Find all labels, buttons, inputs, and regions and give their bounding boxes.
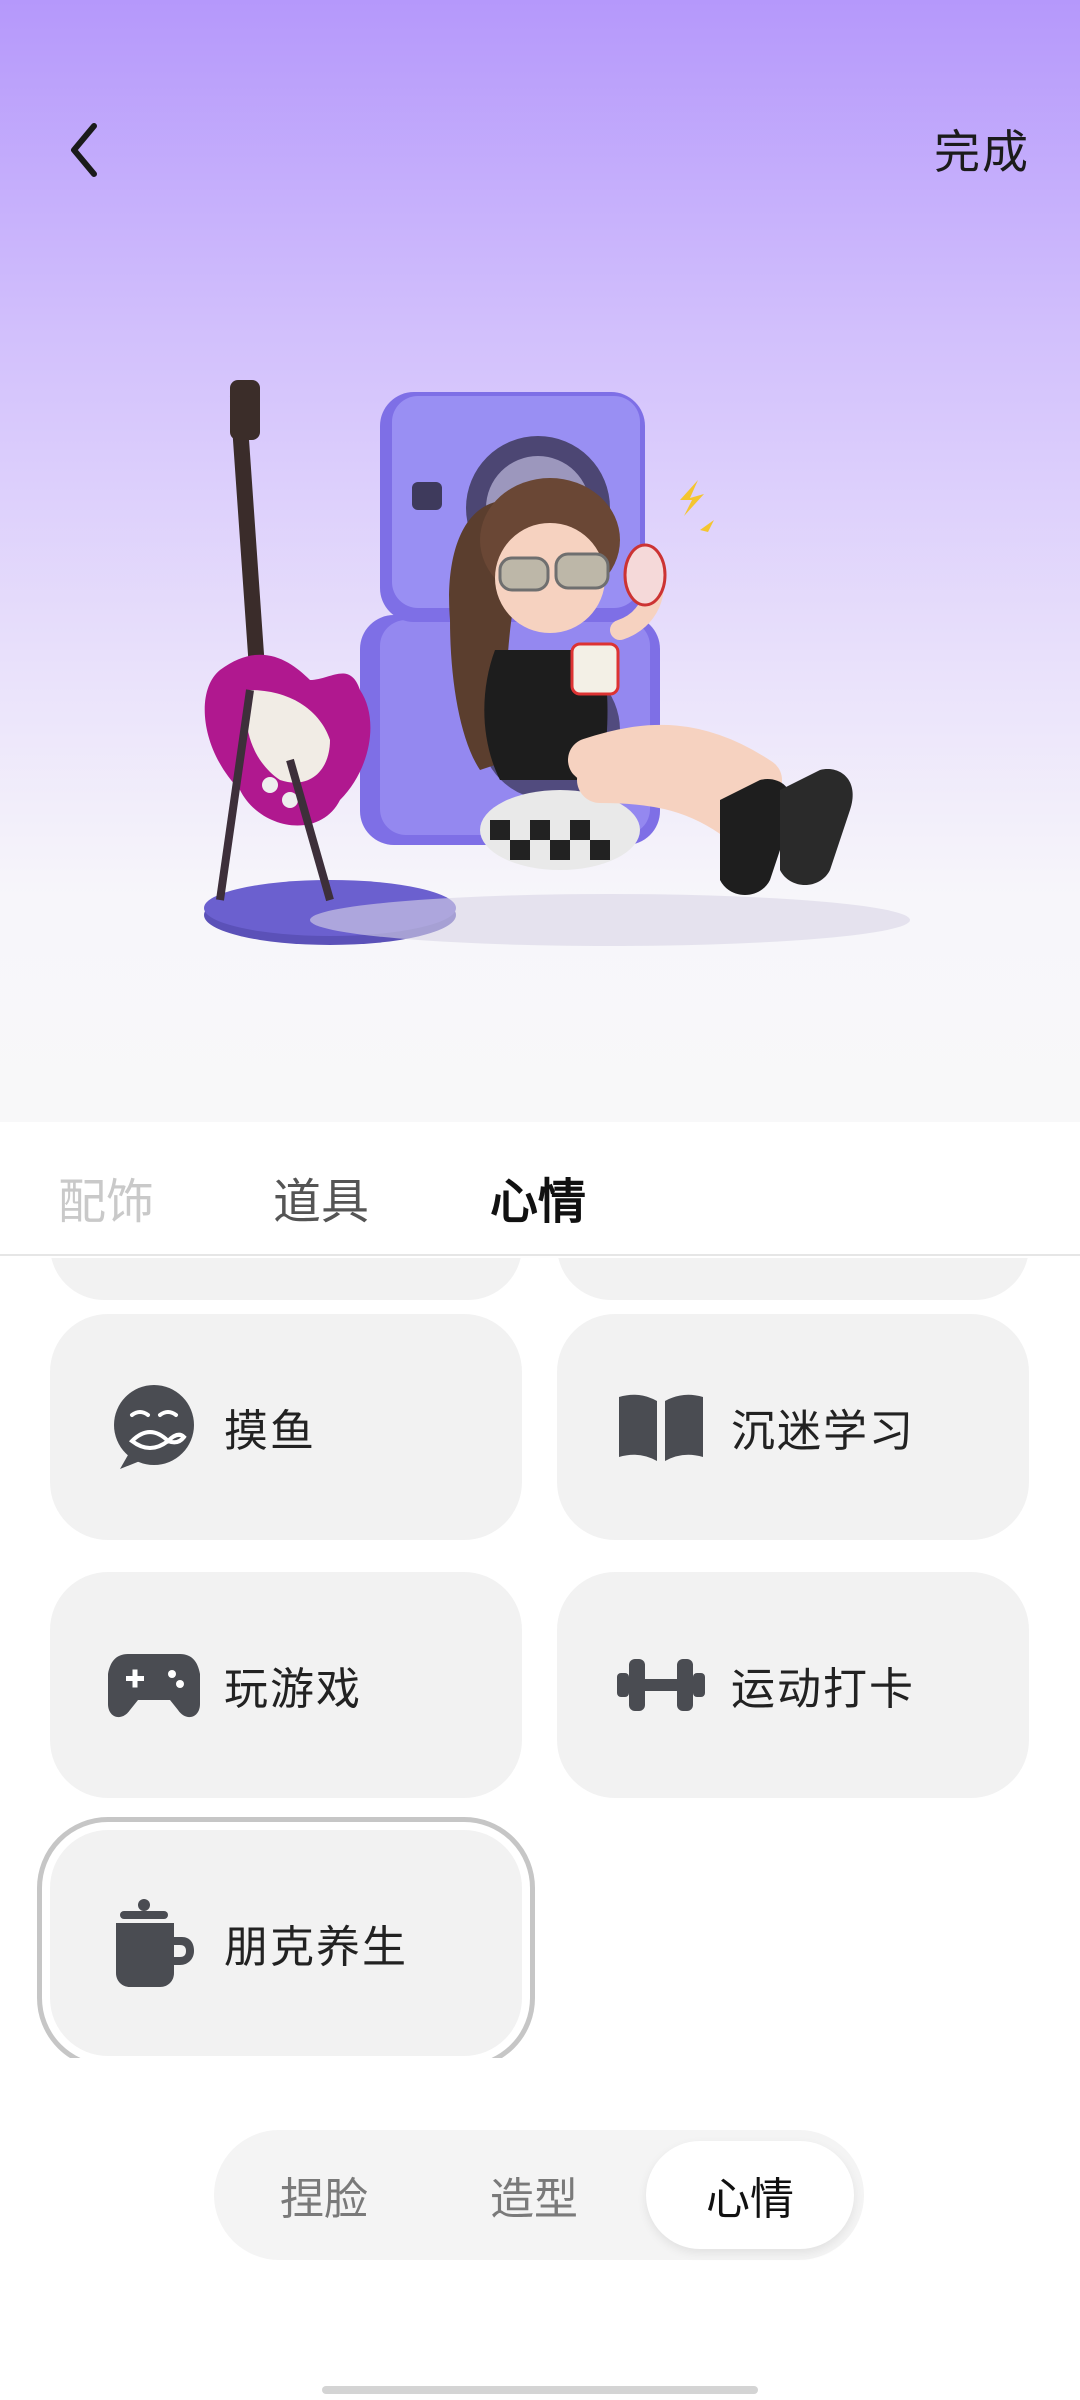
mood-card-punk-health[interactable]: 朋克养生 bbox=[37, 1817, 535, 2058]
tab-props[interactable]: 道具 bbox=[273, 1162, 369, 1232]
home-indicator bbox=[322, 2386, 758, 2394]
mood-card-studying[interactable]: 沉迷学习 bbox=[557, 1314, 1029, 1540]
tab-mood[interactable]: 心情 bbox=[490, 1162, 586, 1232]
mode-face[interactable]: 捏脸 bbox=[214, 2130, 434, 2260]
mood-card-label: 沉迷学习 bbox=[731, 1406, 915, 1457]
mood-card-gaming[interactable]: 玩游戏 bbox=[50, 1572, 522, 1798]
mood-grid: 摸鱼 沉迷学习 玩游戏 运动打卡 朋克养生 bbox=[0, 1258, 1080, 2058]
chevron-left-icon bbox=[71, 123, 97, 177]
mood-card-partial[interactable] bbox=[557, 1258, 1029, 1300]
gamepad-icon bbox=[108, 1639, 200, 1731]
mood-card-label: 朋克养生 bbox=[224, 1922, 408, 1973]
tab-accessories[interactable]: 配饰 bbox=[58, 1162, 154, 1232]
mug-icon bbox=[108, 1897, 200, 1989]
done-button[interactable]: 完成 bbox=[934, 116, 1030, 182]
mood-card-label: 玩游戏 bbox=[224, 1664, 362, 1715]
mood-card-label: 摸鱼 bbox=[224, 1406, 316, 1457]
category-tab-bar: 配饰 道具 心情 bbox=[0, 1122, 1080, 1256]
back-button[interactable] bbox=[52, 112, 116, 188]
mood-card-label: 运动打卡 bbox=[731, 1664, 915, 1715]
avatar-preview-area: 完成 bbox=[0, 0, 1080, 1122]
mood-card-partial[interactable] bbox=[50, 1258, 522, 1300]
bottom-mode-switch: 捏脸 造型 心情 bbox=[214, 2130, 864, 2260]
mode-styling[interactable]: 造型 bbox=[424, 2130, 644, 2260]
avatar-illustration bbox=[204, 380, 910, 946]
open-book-icon bbox=[615, 1381, 707, 1473]
mode-mood[interactable]: 心情 bbox=[646, 2141, 854, 2249]
mood-card-slacking[interactable]: 摸鱼 bbox=[50, 1314, 522, 1540]
fish-face-icon bbox=[108, 1381, 200, 1473]
mood-card-workout[interactable]: 运动打卡 bbox=[557, 1572, 1029, 1798]
dumbbell-icon bbox=[615, 1639, 707, 1731]
